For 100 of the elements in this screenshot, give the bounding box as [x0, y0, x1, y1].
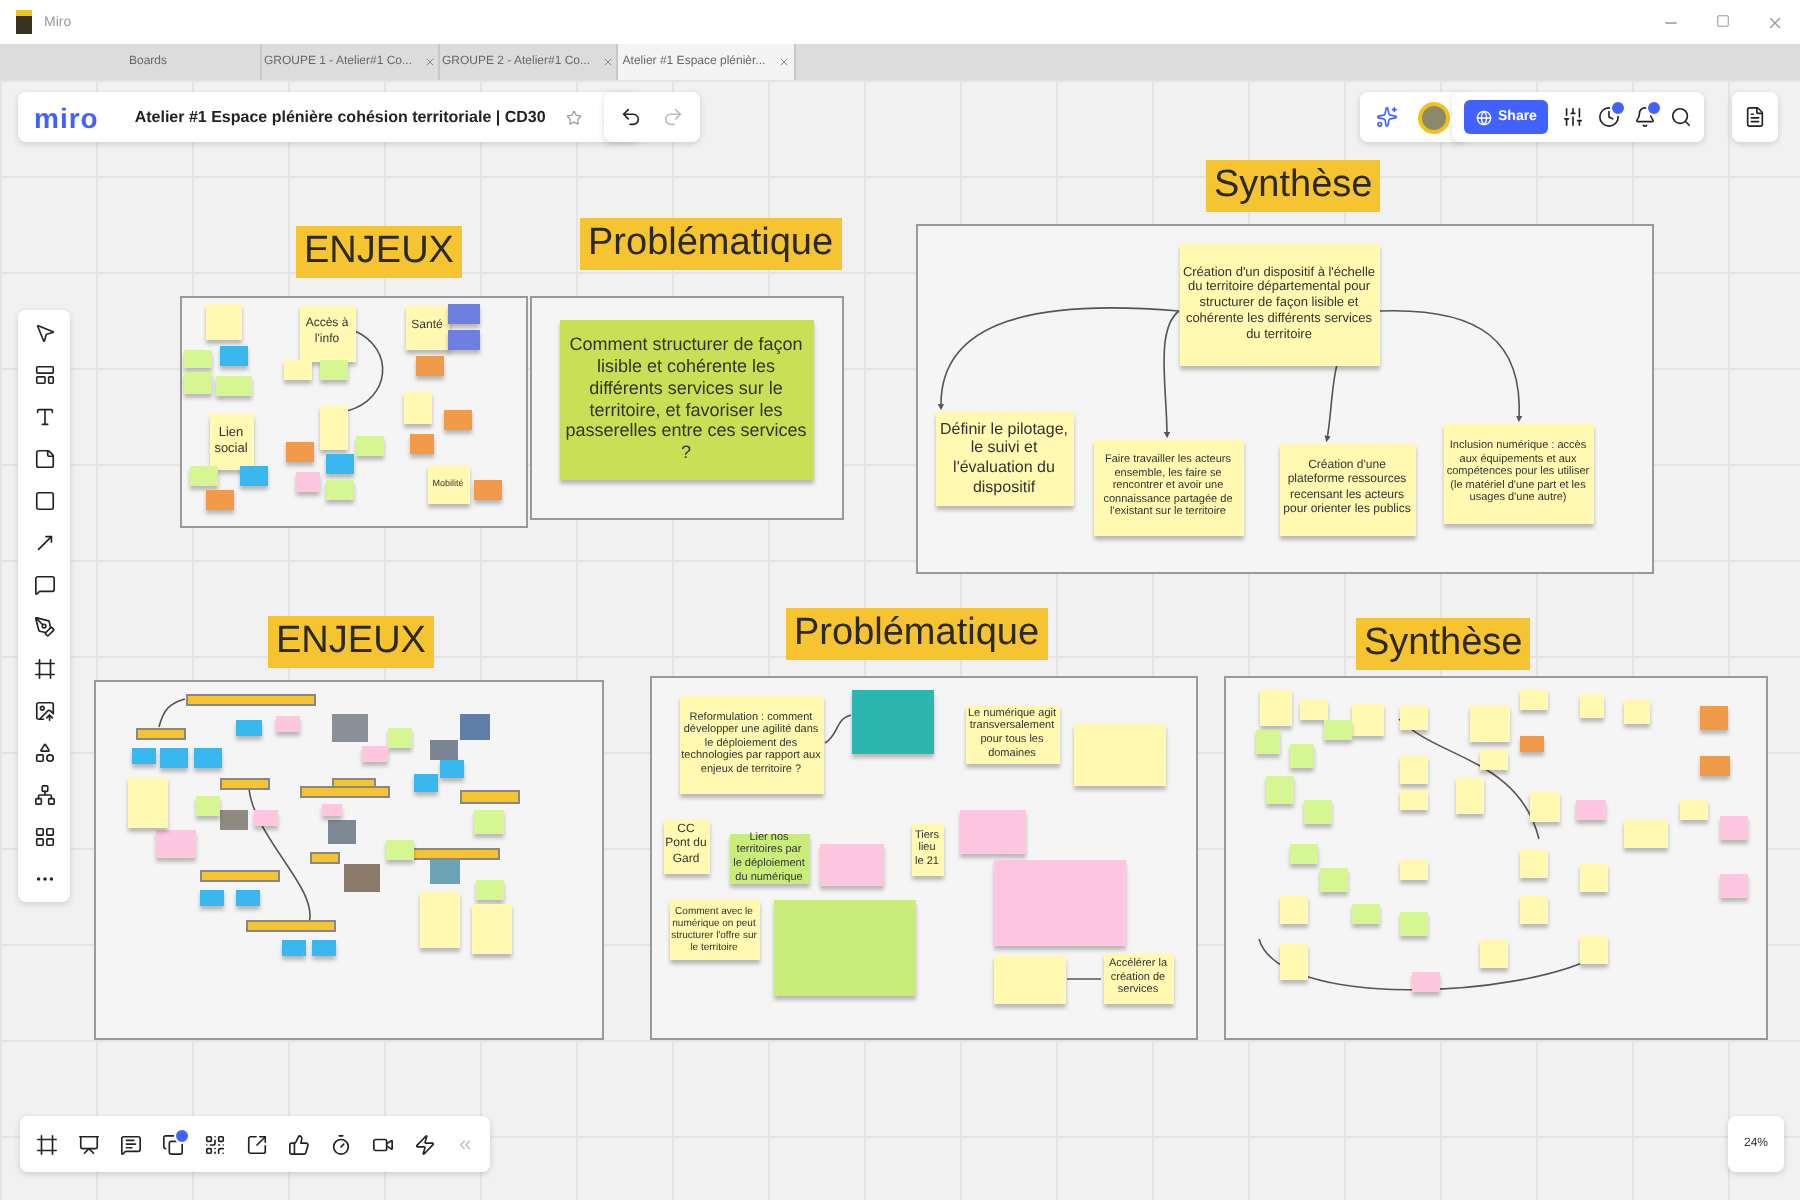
- sticky-note[interactable]: [447, 329, 479, 349]
- board-title[interactable]: Atelier #1 Espace plénière cohésion territoriale | CD30: [134, 108, 546, 126]
- sticky-note[interactable]: [413, 773, 437, 791]
- sticky-note[interactable]: [447, 303, 479, 323]
- sticky-note[interactable]: [281, 939, 305, 955]
- sticky-note[interactable]: [325, 453, 353, 473]
- sticky-note[interactable]: [219, 345, 247, 365]
- star-icon[interactable]: [565, 109, 582, 125]
- thumbs-up-icon[interactable]: [288, 1133, 310, 1155]
- frame-title: Synthèse: [1356, 618, 1531, 670]
- sliders-icon[interactable]: [1562, 106, 1585, 128]
- sticky-note[interactable]: [193, 747, 221, 767]
- sticky-note[interactable]: [311, 939, 335, 955]
- sticky-note[interactable]: [819, 843, 883, 885]
- sticky-note[interactable]: [235, 719, 261, 735]
- photo-placeholder[interactable]: [327, 819, 355, 843]
- comment-icon[interactable]: [120, 1133, 142, 1155]
- sticky-note-icon[interactable]: [33, 448, 55, 470]
- label-tag[interactable]: [185, 693, 315, 705]
- sticky-note[interactable]: [1411, 971, 1439, 991]
- sticky-note[interactable]: [253, 809, 277, 825]
- arrow-icon[interactable]: [33, 532, 55, 554]
- grid-icon[interactable]: [33, 826, 55, 848]
- photo-placeholder[interactable]: [459, 713, 489, 739]
- close-icon[interactable]: [424, 56, 437, 68]
- close-icon[interactable]: [602, 56, 615, 68]
- sticky-note[interactable]: [439, 759, 463, 777]
- network-icon[interactable]: [33, 784, 55, 806]
- cursor-icon[interactable]: [33, 322, 55, 344]
- search-icon[interactable]: [1670, 106, 1693, 128]
- label-tag[interactable]: [309, 851, 339, 863]
- photo-placeholder[interactable]: [343, 863, 379, 891]
- redo-icon[interactable]: [662, 106, 684, 128]
- sticky-note[interactable]: Définir le pilotage, le suivi et l'évaluation du dispositif: [935, 411, 1073, 505]
- sticky-note[interactable]: [321, 803, 341, 815]
- collapse-icon[interactable]: [456, 1135, 474, 1153]
- sticky-note[interactable]: [205, 489, 233, 509]
- app-icon: [16, 10, 32, 34]
- sticky-note[interactable]: [1719, 815, 1747, 839]
- photo-placeholder[interactable]: [331, 713, 367, 741]
- connector-line: [158, 698, 186, 728]
- sticky-note[interactable]: [409, 433, 433, 453]
- frame-icon[interactable]: [33, 658, 55, 680]
- sticky-note[interactable]: [131, 747, 155, 763]
- connector-line: [824, 714, 852, 744]
- sticky-note[interactable]: [443, 409, 471, 429]
- sticky-note[interactable]: [1699, 705, 1727, 729]
- text-icon[interactable]: [33, 406, 55, 428]
- pen-icon[interactable]: [33, 616, 55, 638]
- sticky-note[interactable]: [415, 355, 443, 375]
- external-link-icon[interactable]: [246, 1133, 268, 1155]
- connector-line: [346, 330, 384, 412]
- sticky-note[interactable]: [239, 465, 267, 485]
- sticky-note[interactable]: [1519, 735, 1543, 751]
- sticky-note[interactable]: [1699, 755, 1729, 775]
- label-tag[interactable]: [135, 727, 185, 739]
- logo[interactable]: miro: [34, 101, 99, 133]
- label-tag[interactable]: [299, 785, 389, 797]
- sticky-note[interactable]: [295, 471, 319, 491]
- sticky-note[interactable]: [851, 689, 933, 753]
- label-tag[interactable]: [199, 869, 279, 881]
- label-tag[interactable]: [245, 919, 335, 931]
- upload-image-icon[interactable]: [33, 700, 55, 722]
- close-icon[interactable]: [777, 56, 790, 68]
- undo-icon[interactable]: [620, 106, 642, 128]
- photo-placeholder[interactable]: [219, 809, 247, 829]
- sticky-note[interactable]: [235, 889, 259, 905]
- sticky-note[interactable]: [473, 479, 501, 499]
- sticky-note[interactable]: [1719, 873, 1747, 897]
- label-tag[interactable]: [459, 789, 519, 803]
- label-tag[interactable]: [409, 847, 499, 859]
- document-icon[interactable]: [1744, 106, 1766, 128]
- sticky-note[interactable]: [361, 745, 387, 761]
- clock-icon[interactable]: [1598, 106, 1621, 128]
- sticky-note[interactable]: Comment structurer de façon lisible et cohérente les différents services sur le territoire, et favoriser les passerelles entre ces services ?: [559, 319, 813, 479]
- photo-placeholder[interactable]: [429, 739, 457, 759]
- notification-dot: [1610, 100, 1627, 116]
- sticky-note[interactable]: [1575, 799, 1605, 819]
- sticky-note[interactable]: [159, 747, 187, 767]
- presentation-icon[interactable]: [78, 1133, 100, 1155]
- maximize-icon[interactable]: [1716, 13, 1730, 27]
- lightning-icon[interactable]: [414, 1133, 436, 1155]
- label-tag[interactable]: [219, 777, 269, 789]
- qr-code-icon[interactable]: [204, 1133, 226, 1155]
- timer-icon[interactable]: [330, 1133, 352, 1155]
- user-avatar[interactable]: [1418, 101, 1450, 133]
- rectangle-icon[interactable]: [33, 490, 55, 512]
- sticky-note[interactable]: [959, 809, 1025, 853]
- sticky-note[interactable]: [155, 829, 195, 857]
- sticky-note[interactable]: [199, 889, 223, 905]
- shapes-icon[interactable]: [33, 742, 55, 764]
- close-icon[interactable]: [1766, 13, 1784, 31]
- bell-icon[interactable]: [1634, 106, 1657, 128]
- template-icon[interactable]: [33, 364, 55, 386]
- sticky-note[interactable]: [275, 715, 299, 731]
- comment-icon[interactable]: [33, 574, 55, 596]
- video-icon[interactable]: [372, 1133, 394, 1155]
- photo-placeholder[interactable]: [429, 859, 459, 883]
- frame-icon[interactable]: [36, 1133, 58, 1155]
- sticky-note[interactable]: [285, 441, 313, 461]
